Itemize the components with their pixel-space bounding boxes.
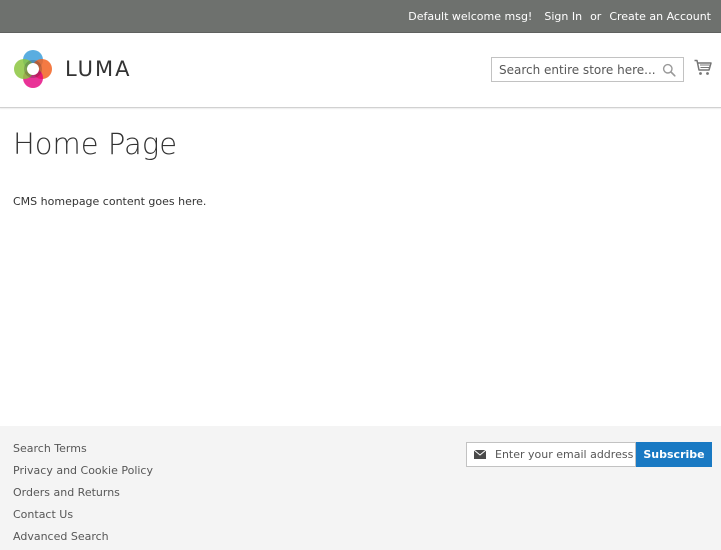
newsletter-email-input[interactable] (495, 443, 635, 466)
create-account-link[interactable]: Create an Account (609, 10, 711, 23)
sign-in-link[interactable]: Sign In (544, 10, 582, 23)
newsletter-email-field (466, 442, 636, 467)
footer-links: Search Terms Privacy and Cookie Policy O… (13, 442, 153, 550)
luma-logo-icon (14, 50, 52, 88)
footer-link-contact-us[interactable]: Contact Us (13, 508, 153, 530)
page-title: Home Page (13, 127, 178, 161)
cms-content: CMS homepage content goes here. (13, 195, 207, 208)
newsletter-form: Subscribe (466, 442, 712, 467)
site-header: LUMA (0, 33, 721, 108)
search-icon[interactable] (662, 63, 676, 77)
envelope-icon (474, 450, 486, 459)
footer-link-orders-returns[interactable]: Orders and Returns (13, 486, 153, 508)
site-footer: Search Terms Privacy and Cookie Policy O… (0, 426, 721, 550)
subscribe-button[interactable]: Subscribe (636, 442, 712, 467)
cart-icon[interactable] (694, 59, 712, 76)
store-logo[interactable]: LUMA (13, 49, 132, 89)
footer-link-privacy-policy[interactable]: Privacy and Cookie Policy (13, 464, 153, 486)
footer-link-advanced-search[interactable]: Advanced Search (13, 530, 153, 550)
top-bar: Default welcome msg! Sign In or Create a… (0, 0, 721, 33)
footer-link-search-terms[interactable]: Search Terms (13, 442, 153, 464)
welcome-message: Default welcome msg! (408, 9, 533, 23)
logo-text: LUMA (65, 57, 132, 81)
or-separator: or (590, 9, 602, 23)
search-input[interactable] (492, 58, 657, 81)
search-box (491, 57, 684, 82)
